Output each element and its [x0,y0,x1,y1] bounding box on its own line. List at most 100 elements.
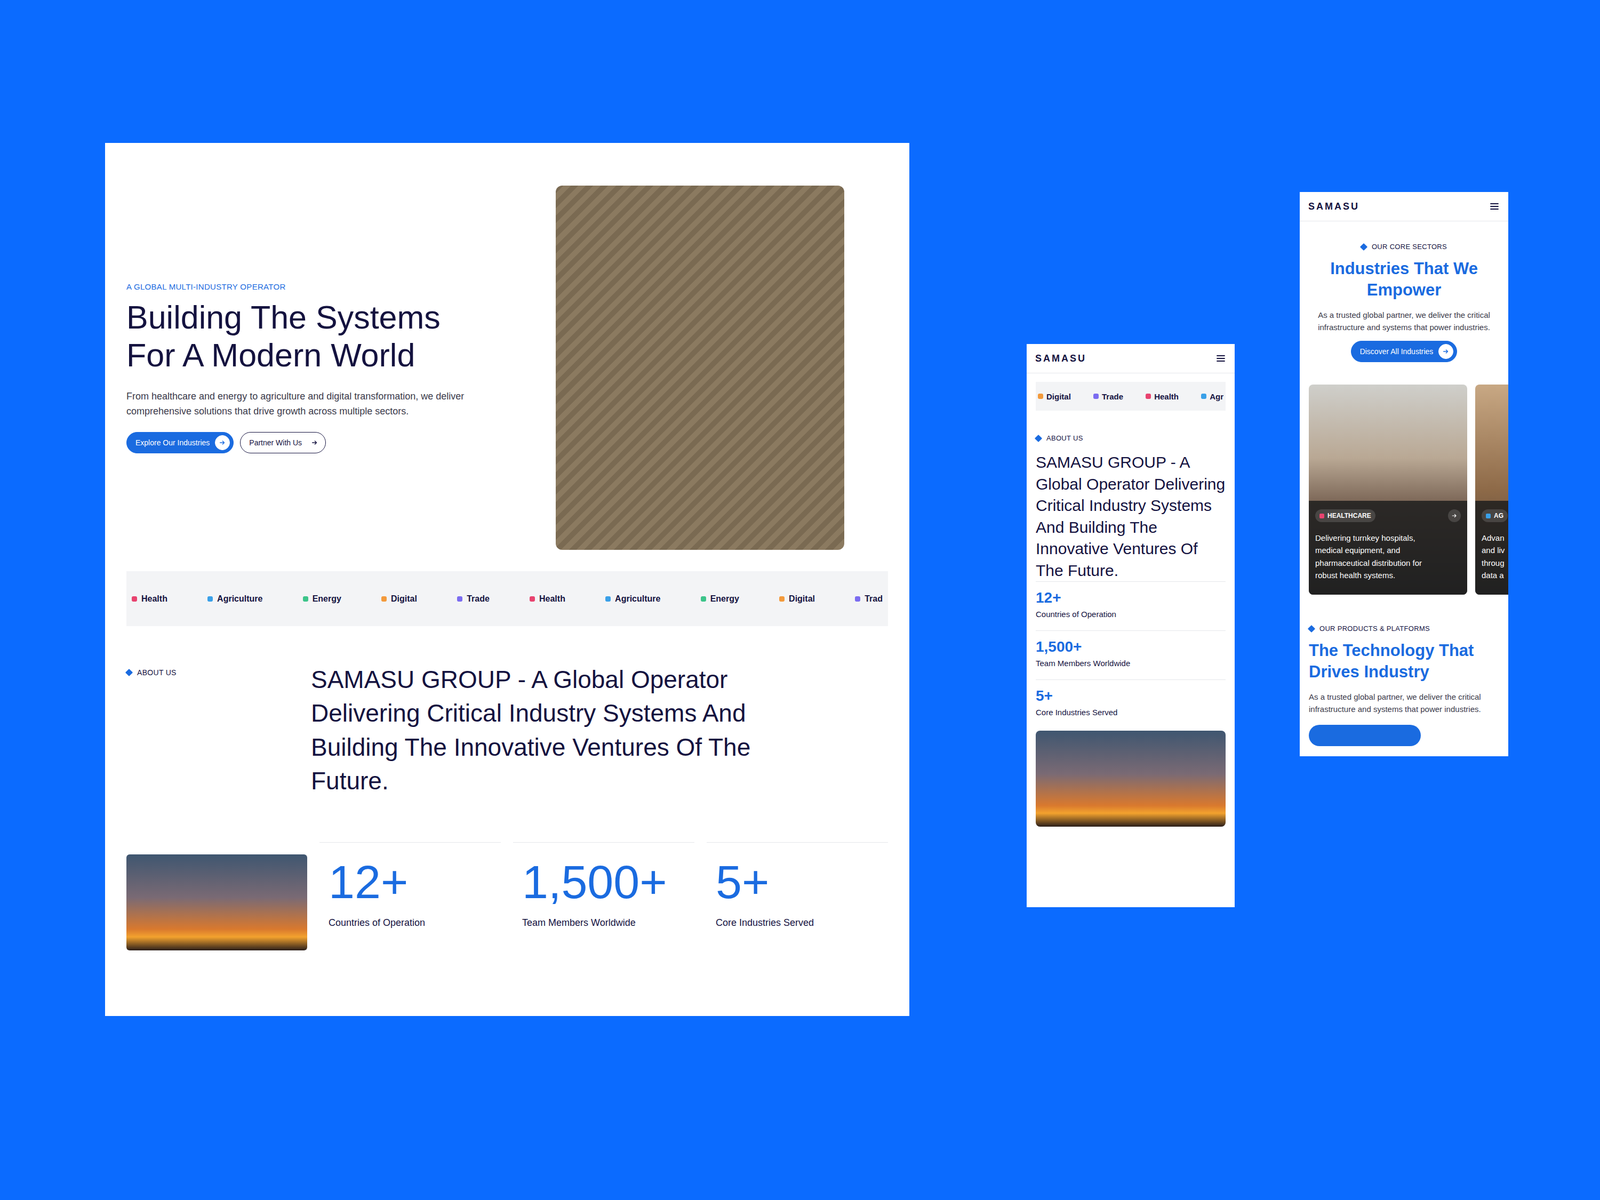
hero-button[interactable]: Explore Our Industries [126,432,234,454]
stat-value: 1,500+ [1035,638,1226,656]
logo[interactable]: SAMASU [1308,201,1360,213]
marquee-label: Digital [1046,392,1071,402]
industry-icon [1093,393,1099,399]
diamond-icon [1034,434,1043,442]
menu-icon[interactable] [1489,201,1500,212]
about-section: ABOUT USSAMASU GROUP - A Global Operator… [126,662,888,799]
hero-section: A GLOBAL MULTI-INDUSTRY OPERATOR Building… [126,185,888,550]
marquee-item[interactable]: Digital [381,594,418,604]
marquee-label: Agriculture [614,594,661,604]
stat-label: Countries of Operation [328,917,501,929]
marquee-item[interactable]: Health [1145,392,1179,402]
description-line: throug [1481,556,1509,570]
stat-value: 12+ [328,858,501,906]
sector-tag: HEALTHCARE [1315,509,1376,523]
marquee-label: Digital [390,594,418,604]
marquee-item[interactable]: Trade [457,594,490,604]
marquee-item[interactable]: Agriculture [207,594,263,604]
arrow-icon [307,435,323,451]
industry-icon [1145,393,1151,399]
stat-item: 1,500+Team Members Worldwide [513,842,695,929]
menu-icon[interactable] [1215,353,1227,364]
sectors-title: Industries That We Empower [1311,258,1497,302]
desktop-frame: A GLOBAL MULTI-INDUSTRY OPERATOR Building… [105,142,910,1016]
marquee-item[interactable]: Energy [302,594,342,604]
description-line: medical equipment, and [1315,544,1461,557]
title-line: Building The Systems [126,298,514,337]
card-overlay: HEALTHCARE Delivering turnkey hospitals,m… [1308,500,1468,595]
industry-icon [1201,393,1207,399]
industry-icon [779,596,785,602]
about-statement: SAMASU GROUP - A Global Operator Deliver… [310,662,775,799]
marquee-item[interactable]: Health [529,594,566,604]
industry-marquee: Digital Trade Health Agr [1035,381,1226,411]
sectors-button-row: Discover All Industries [1311,340,1497,363]
stat-item: 1,500+Team Members Worldwide [1035,630,1226,680]
button-label: Explore Our Industries [135,438,210,447]
industry-icon [457,596,463,602]
products-title: The Technology That Drives Industry [1308,640,1491,684]
marquee-item[interactable]: Energy [700,594,740,604]
diamond-icon [1360,242,1368,251]
hero-button[interactable]: Partner With Us [240,432,326,454]
stat-label: Core Industries Served [1035,707,1226,717]
sector-card[interactable]: HEALTHCARE Delivering turnkey hospitals,m… [1308,384,1468,595]
marquee-item[interactable]: Trade [1093,392,1124,402]
marquee-item[interactable]: Digital [779,594,815,604]
marquee-label: Trade [466,594,490,604]
mobile-about-frame: SAMASU Digital Trade Health Agr ABOUT USSAMAS… [1026,344,1235,908]
products-button[interactable] [1308,724,1421,747]
marquee-label: Energy [312,594,342,604]
marquee-item[interactable]: Health [131,594,168,604]
marquee-item[interactable]: Agr [1201,392,1224,402]
industry-icon [700,596,707,602]
hero-title: Building The SystemsFor A Modern World [126,298,514,375]
hero-eyebrow: A GLOBAL MULTI-INDUSTRY OPERATOR [126,282,514,292]
marquee-item[interactable]: Agriculture [605,594,661,604]
description-line: data a [1481,569,1509,582]
marquee-label: Health [1154,392,1179,402]
farm-photo [555,185,845,550]
sector-icon [1485,513,1491,519]
industry-icon [381,596,387,602]
industry-marquee: Health Agriculture Energy Digital Trade Healt… [126,571,888,627]
discover-button[interactable]: Discover All Industries [1350,340,1458,363]
arrow-icon [1438,344,1454,359]
marquee-item[interactable]: Trad [854,594,883,604]
sector-card[interactable]: AGAdvanand livthrougdata a [1475,384,1509,595]
stat-value: 1,500+ [522,858,695,906]
stats-row: 12+ Countries of Operation 1,500+Team Memb… [126,842,888,951]
button-label: Partner With Us [249,438,302,447]
stat-label: Countries of Operation [1035,609,1226,619]
mobile-about: ABOUT USSAMASU GROUP - A Global Operator… [1026,434,1235,827]
marquee-label: Health [539,594,566,604]
stat-label: Core Industries Served [715,917,888,929]
arrow-icon[interactable] [1448,509,1461,523]
marquee-label: Trad [864,594,883,604]
stat-value: 5+ [1035,687,1226,705]
mobile-sectors-frame: SAMASU OUR CORE SECTORSIndustries That We… [1299,192,1509,757]
description-line: robust health systems. [1315,569,1461,582]
card-description: Delivering turnkey hospitals,medical equ… [1315,531,1461,582]
mobile-header: SAMASU [1026,344,1235,374]
industry-icon [131,596,138,602]
about-eyebrow: ABOUT US [1035,434,1226,443]
stat-item: 12+ Countries of Operation [319,842,501,929]
logo[interactable]: SAMASU [1035,353,1087,365]
industry-icon [302,596,309,602]
products-section: OUR PRODUCTS & PLATFORMSThe Technology T… [1299,594,1509,747]
marquee-label: Health [141,594,168,604]
showcase-canvas: A GLOBAL MULTI-INDUSTRY OPERATOR Building… [0,0,1600,1200]
industry-icon [1037,393,1044,399]
arrow-icon [214,435,230,451]
marquee-item[interactable]: Digital [1037,392,1071,402]
title-line: For A Modern World [126,336,514,375]
marquee-label: Energy [710,594,740,604]
card-overlay: AGAdvanand livthrougdata a [1475,500,1509,595]
mobile-header: SAMASU [1299,192,1509,222]
sectors-section: OUR CORE SECTORSIndustries That We Empow… [1299,221,1509,363]
stat-value: 12+ [1035,589,1226,607]
marquee-label: Agr [1209,392,1224,402]
sector-cards: HEALTHCARE Delivering turnkey hospitals,m… [1299,384,1509,595]
marquee-label: Agriculture [217,594,263,604]
